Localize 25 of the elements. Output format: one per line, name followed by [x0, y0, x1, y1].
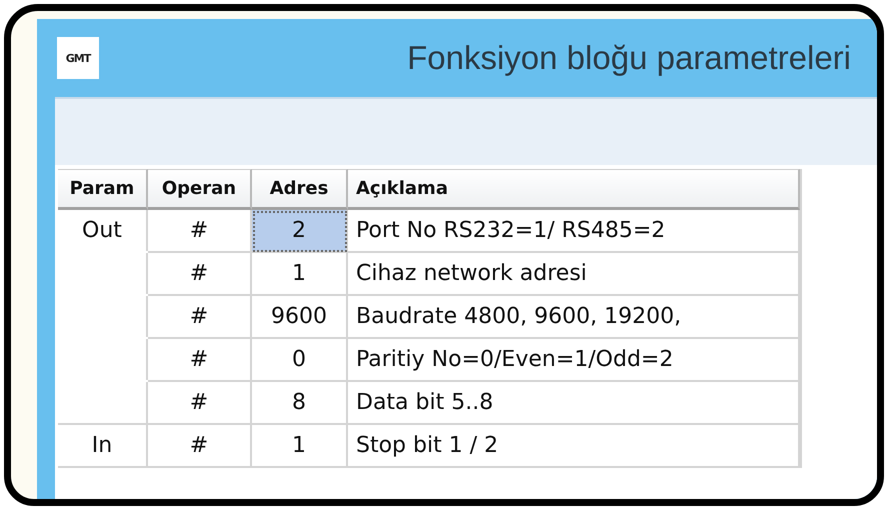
window-title: Fonksiyon bloğu parametreleri — [407, 39, 851, 77]
table-cell: In — [58, 423, 148, 468]
table-cell[interactable]: 1 — [252, 425, 348, 468]
column-header[interactable]: Açıklama — [348, 169, 800, 210]
column-header[interactable]: Adres — [252, 169, 348, 210]
table-cell: Data bit 5..8 — [348, 382, 800, 425]
table-cell: Stop bit 1 / 2 — [348, 425, 800, 468]
logo: GMT — [57, 37, 99, 79]
column-header[interactable]: Param — [58, 169, 148, 210]
column-header[interactable]: Operan — [148, 169, 252, 210]
table-cell: Port No RS232=1/ RS485=2 — [348, 210, 800, 253]
table-cell[interactable]: 1 — [252, 253, 348, 296]
table-cell: # — [148, 253, 252, 296]
table-cell: # — [148, 339, 252, 382]
table-cell: Out — [58, 210, 148, 251]
table-cell[interactable]: 0 — [252, 339, 348, 382]
table-cell: Paritiy No=0/Even=1/Odd=2 — [348, 339, 800, 382]
table-cell[interactable]: 9600 — [252, 296, 348, 339]
table-cell: # — [148, 425, 252, 468]
table-cell: # — [148, 296, 252, 339]
table-cell: Cihaz network adresi — [348, 253, 800, 296]
table-cell: Baudrate 4800, 9600, 19200, — [348, 296, 800, 339]
table-cell[interactable]: 2 — [252, 210, 348, 253]
table-cell: # — [148, 382, 252, 425]
table-cell[interactable]: 8 — [252, 382, 348, 425]
